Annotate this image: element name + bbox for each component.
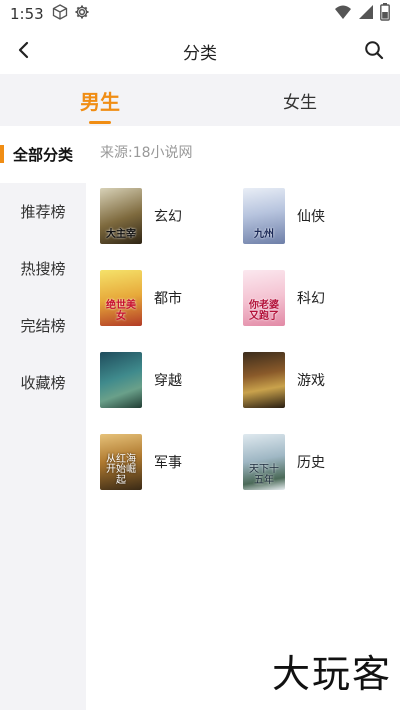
category-item-xianxia[interactable]: 九州 仙侠 [243,188,386,244]
cover-title [262,404,266,408]
sidebar-active-indicator [0,145,4,163]
cover-title [119,404,123,408]
cover-title: 天下十五年 [249,464,279,486]
category-label: 都市 [154,291,182,307]
cover-title: 从红海开始崛起 [106,453,136,486]
category-label: 穿越 [154,373,182,389]
category-label: 仙侠 [297,209,325,225]
book-cover: 大主宰 [100,188,142,244]
book-cover [100,352,142,408]
sidebar-item-hot-search[interactable]: 热搜榜 [0,240,86,297]
sidebar-item-favorites[interactable]: 收藏榜 [0,354,86,411]
sidebar-item-label: 完结榜 [20,317,66,335]
category-label: 游戏 [297,373,325,389]
book-cover: 你老婆又跑了 [243,270,285,326]
book-cover: 绝世美女 [100,270,142,326]
cover-title: 你老婆又跑了 [249,300,279,322]
page-title: 分类 [183,43,217,64]
tab-female[interactable]: 女生 [200,74,400,126]
category-item-dushi[interactable]: 绝世美女 都市 [100,270,243,326]
category-item-chuanyue[interactable]: 穿越 [100,352,243,408]
watermark-logo: 大玩客 [271,652,392,696]
book-cover: 天下十五年 [243,434,285,490]
sidebar-item-label: 推荐榜 [20,203,66,221]
sidebar-item-all-categories[interactable]: 全部分类 [0,126,86,183]
signal-icon [358,4,374,24]
sidebar-item-completed[interactable]: 完结榜 [0,297,86,354]
status-icons-left [52,4,90,24]
tab-female-label: 女生 [283,92,317,113]
status-bar: 1:53 [0,0,400,28]
status-icons-right [334,3,390,25]
category-label: 科幻 [297,291,325,307]
category-item-kehuan[interactable]: 你老婆又跑了 科幻 [243,270,386,326]
category-item-xuanhuan[interactable]: 大主宰 玄幻 [100,188,243,244]
cover-title: 九州 [254,228,274,240]
tab-active-indicator [89,121,111,124]
book-cover: 九州 [243,188,285,244]
box-icon [52,4,68,24]
sidebar-item-recommend[interactable]: 推荐榜 [0,183,86,240]
category-label: 历史 [297,455,325,471]
category-sidebar: 全部分类 推荐榜 热搜榜 完结榜 收藏榜 [0,126,86,710]
book-cover [243,352,285,408]
nav-bar: 分类 [0,28,400,74]
source-label: 来源:18小说网 [100,145,193,161]
gender-tabs: 男生 女生 [0,74,400,126]
category-item-lishi[interactable]: 天下十五年 历史 [243,434,386,490]
category-item-junshi[interactable]: 从红海开始崛起 军事 [100,434,243,490]
battery-icon [380,3,390,25]
category-label: 军事 [154,455,182,471]
tab-male-label: 男生 [80,89,120,114]
tab-male[interactable]: 男生 [0,74,200,126]
wifi-icon [334,4,352,24]
gear-icon [74,4,90,24]
sidebar-item-label: 热搜榜 [20,260,66,278]
book-cover: 从红海开始崛起 [100,434,142,490]
category-item-youxi[interactable]: 游戏 [243,352,386,408]
category-label: 玄幻 [154,209,182,225]
cover-title: 大主宰 [106,228,136,240]
cover-title: 绝世美女 [106,300,136,322]
category-content: 来源:18小说网 大主宰 玄幻 九州 仙侠 绝世美女 都市 你老婆又跑了 科幻 [86,126,400,710]
chevron-left-icon[interactable] [12,38,36,62]
sidebar-item-label: 收藏榜 [20,374,66,392]
status-time: 1:53 [10,5,44,23]
category-grid: 大主宰 玄幻 九州 仙侠 绝世美女 都市 你老婆又跑了 科幻 穿越 游戏 从红海… [100,188,390,490]
sidebar-item-label: 全部分类 [12,146,73,164]
search-icon[interactable] [362,38,386,62]
